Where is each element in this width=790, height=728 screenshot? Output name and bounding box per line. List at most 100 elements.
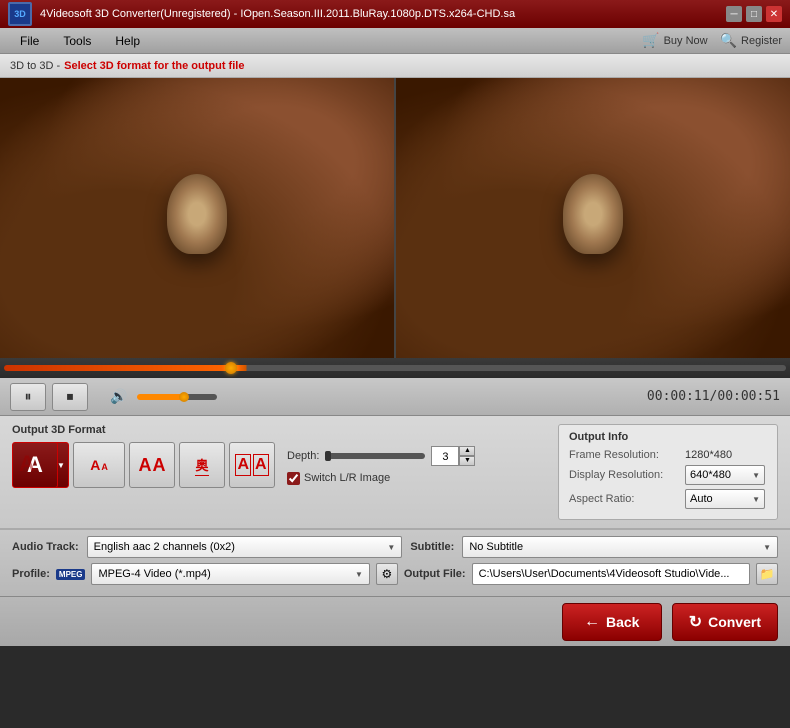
title-controls: ─ □ ✕ [726,6,782,22]
video-left [0,78,394,358]
aspect-ratio-label: Aspect Ratio: [569,493,679,505]
register-icon: 🔍 [720,32,737,49]
video-preview [0,78,790,358]
action-bar: ← Back ↻ Convert [0,596,790,646]
volume-thumb[interactable] [179,392,189,402]
seek-track[interactable] [4,365,786,371]
register-button[interactable]: 🔍 Register [720,32,782,49]
time-current: 00:00:11 [647,389,710,404]
aspect-ratio-row: Aspect Ratio: Auto ▼ [569,489,767,509]
mpeg-badge: MPEG [56,569,86,580]
depth-section: Depth: 3 ▲ ▼ Switch L/R Image [287,446,475,485]
menu-bar: File Tools Help 🛒 Buy Now 🔍 Register [0,28,790,54]
video-content [0,78,790,358]
anaglyph-shadow: A [19,451,35,477]
output-file-value: C:\Users\User\Documents\4Videosoft Studi… [479,568,721,580]
format-section: Output 3D Format A A ▼ A A [0,416,790,529]
seek-bar[interactable] [0,358,790,378]
switch-lr-row: Switch L/R Image [287,472,390,485]
switch-lr-label: Switch L/R Image [304,472,390,484]
back-button[interactable]: ← Back [562,603,662,641]
display-resolution-select[interactable]: 640*480 ▼ [685,465,765,485]
display-resolution-row: Display Resolution: 640*480 ▼ [569,465,767,485]
menu-help[interactable]: Help [103,31,152,51]
depth-down-arrow[interactable]: ▼ [459,456,475,466]
top-bottom-icon: 奥 [195,455,208,476]
display-resolution-value: 640*480 [690,469,731,481]
register-label: Register [741,35,782,47]
frame-resolution-label: Frame Resolution: [569,449,679,461]
audio-track-label: Audio Track: [12,541,79,553]
top-bottom-button[interactable]: 奥 [179,442,225,488]
profile-value: MPEG-4 Video (*.mp4) [98,568,210,580]
title-bar: 3D 4Videosoft 3D Converter(Unregistered)… [0,0,790,28]
audio-track-arrow: ▼ [387,543,395,552]
menu-actions: 🛒 Buy Now 🔍 Register [642,32,782,49]
video-right [396,78,790,358]
stop-button[interactable]: ⏹ [52,383,88,411]
aspect-ratio-value: Auto [690,493,713,505]
depth-row: Depth: 3 ▲ ▼ [287,446,475,466]
depth-slider[interactable] [325,453,425,459]
stop-icon: ⏹ [67,388,74,405]
bottom-section: Audio Track: English aac 2 channels (0x2… [0,529,790,596]
time-total: 00:00:51 [717,389,780,404]
audio-track-value: English aac 2 channels (0x2) [94,541,235,553]
subtitle-label: Subtitle: [410,541,454,553]
frame-resolution-row: Frame Resolution: 1280*480 [569,449,767,461]
audio-subtitle-row: Audio Track: English aac 2 channels (0x2… [12,536,778,558]
volume-icon: 🔊 [110,388,127,405]
aspect-ratio-select[interactable]: Auto ▼ [685,489,765,509]
depth-spinbox: 3 ▲ ▼ [431,446,475,466]
output-info-title: Output Info [569,431,767,443]
convert-button[interactable]: ↻ Convert [672,603,778,641]
format-left: Output 3D Format A A ▼ A A [12,424,542,520]
minimize-button[interactable]: ─ [726,6,742,22]
depth-value: 3 [431,446,459,466]
browse-button[interactable]: 📁 [756,563,778,585]
time-display: 00:00:11/00:00:51 [647,389,780,404]
pause-button[interactable]: ⏸ [10,383,46,411]
audio-track-combo[interactable]: English aac 2 channels (0x2) ▼ [87,536,403,558]
side-by-side-large-button[interactable]: A A [129,442,175,488]
depth-thumb[interactable] [325,451,331,461]
subtitle-arrow: ▼ [763,543,771,552]
switch-lr-checkbox[interactable] [287,472,300,485]
profile-label: Profile: [12,568,50,580]
back-icon: ← [584,613,600,631]
seek-thumb[interactable] [225,362,237,374]
profile-combo[interactable]: MPEG-4 Video (*.mp4) ▼ [91,563,369,585]
menu-tools[interactable]: Tools [51,31,103,51]
subtitle-value: No Subtitle [469,541,523,553]
aspect-ratio-arrow: ▼ [752,495,760,504]
output-file-box: C:\Users\User\Documents\4Videosoft Studi… [472,563,750,585]
convert-icon: ↻ [689,612,702,632]
anaglyph-btn-group: A A ▼ [12,442,69,488]
output-file-ellipsis: ... [720,568,729,580]
close-button[interactable]: ✕ [766,6,782,22]
profile-output-row: Profile: MPEG MPEG-4 Video (*.mp4) ▼ ⚙ O… [12,563,778,585]
app-logo: 3D [8,2,32,26]
depth-label: Depth: [287,450,319,462]
format-label: Output 3D Format [12,424,542,436]
format-buttons: A A ▼ A A A A [12,442,275,488]
pause-icon: ⏸ [25,388,32,405]
menu-file[interactable]: File [8,31,51,51]
display-resolution-label: Display Resolution: [569,469,679,481]
profile-settings-button[interactable]: ⚙ [376,563,398,585]
status-bar: 3D to 3D - Select 3D format for the outp… [0,54,790,78]
sbs-bordered-button[interactable]: A A [229,442,275,488]
maximize-button[interactable]: □ [746,6,762,22]
profile-arrow: ▼ [355,570,363,579]
logo-text: 3D [14,9,26,19]
side-by-side-small-button[interactable]: A A [73,442,125,488]
depth-up-arrow[interactable]: ▲ [459,446,475,456]
anaglyph-button[interactable]: A A [12,442,58,488]
status-message: Select 3D format for the output file [64,60,244,72]
controls-bar: ⏸ ⏹ 🔊 00:00:11/00:00:51 [0,378,790,416]
window-title: 4Videosoft 3D Converter(Unregistered) - … [40,8,726,20]
volume-slider[interactable] [137,394,217,400]
subtitle-combo[interactable]: No Subtitle ▼ [462,536,778,558]
buy-now-button[interactable]: 🛒 Buy Now [642,32,707,49]
folder-icon: 📁 [760,567,775,581]
